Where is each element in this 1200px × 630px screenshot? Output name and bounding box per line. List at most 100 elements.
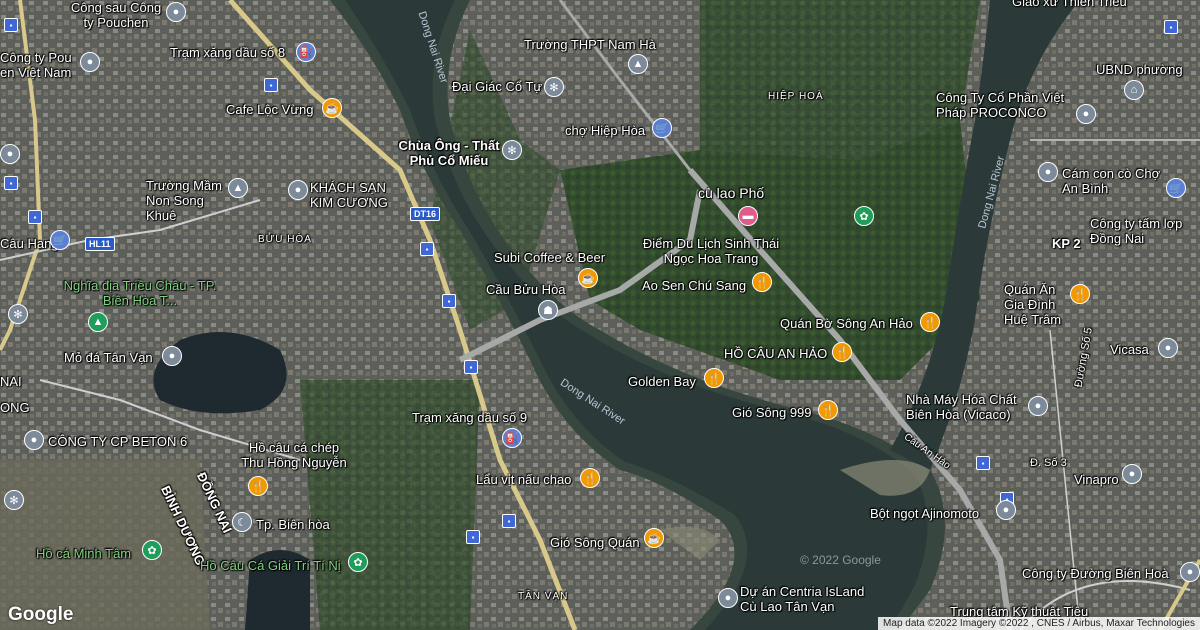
- shopping-icon[interactable]: 🛒: [1166, 178, 1186, 198]
- place-label: Dự án Centria IsLand Cù Lao Tân Vạn: [740, 584, 865, 614]
- cafe-icon[interactable]: ☕: [322, 98, 342, 118]
- park-icon[interactable]: ✿: [142, 540, 162, 560]
- place-label: Công Ty Cổ Phần Việt Pháp PROCONCO: [936, 90, 1065, 120]
- bus-icon[interactable]: ▪: [264, 78, 278, 92]
- place-label: Lẩu vịt nấu chao: [476, 472, 572, 487]
- place-pin-icon[interactable]: ●: [1180, 562, 1200, 582]
- place-pin-icon[interactable]: ●: [1038, 162, 1058, 182]
- bus-icon[interactable]: ▪: [28, 210, 42, 224]
- temple-icon[interactable]: ✻: [502, 140, 522, 160]
- bridge-icon[interactable]: ☗: [538, 300, 558, 320]
- place-label: chợ Hiệp Hòa: [565, 123, 646, 138]
- place-label: Công sau Công ty Pouchen: [70, 0, 162, 30]
- place-label: Công ty Pou en Việt Nam: [0, 50, 72, 80]
- restaurant-icon[interactable]: 🍴: [1070, 284, 1090, 304]
- mosque-icon[interactable]: ☾: [232, 512, 252, 532]
- cemetery-icon[interactable]: ▲: [88, 312, 108, 332]
- restaurant-icon[interactable]: 🍴: [580, 468, 600, 488]
- place-pin-icon[interactable]: ●: [1076, 104, 1096, 124]
- shopping-icon[interactable]: 🛒: [652, 118, 672, 138]
- place-pin-icon[interactable]: ●: [1122, 464, 1142, 484]
- bus-icon[interactable]: ▪: [466, 530, 480, 544]
- route-shield: HL11: [85, 237, 115, 251]
- place-label: Bột ngọt Ajinomoto: [870, 506, 980, 521]
- place-label: cù lao Phố: [698, 185, 765, 201]
- school-icon[interactable]: ▲: [228, 178, 248, 198]
- bus-icon[interactable]: ▪: [1164, 20, 1178, 34]
- lodging-icon[interactable]: ▬: [738, 206, 758, 226]
- place-label: Điểm Du Lịch Sinh Thái Ngọc Hoa Trang: [642, 236, 780, 266]
- place-label: Hồ Câu Cá Giải Trí Tí Nị: [200, 558, 341, 573]
- place-label: Quán Bờ Sông An Hảo: [780, 316, 913, 331]
- bus-icon[interactable]: ▪: [502, 514, 516, 528]
- place-label: Cầu Bửu Hòa: [486, 282, 566, 297]
- place-label: Công ty Đường Biên Hoà: [1022, 566, 1169, 581]
- area-label: BỬU HÒA: [258, 234, 312, 245]
- hotel-icon[interactable]: ●: [288, 180, 308, 200]
- bus-icon[interactable]: ▪: [420, 242, 434, 256]
- restaurant-icon[interactable]: 🍴: [818, 400, 838, 420]
- place-label: Trường THPT Nam Hà: [524, 37, 656, 52]
- government-icon[interactable]: ⌂: [1124, 80, 1144, 100]
- place-label: Hồ cá Minh Tâm: [36, 546, 132, 561]
- area-label: KP 2: [1052, 236, 1081, 251]
- bus-icon[interactable]: ▪: [464, 360, 478, 374]
- place-label: Subi Coffee & Beer: [494, 250, 606, 265]
- bus-icon[interactable]: ▪: [4, 18, 18, 32]
- place-pin-icon[interactable]: ●: [166, 2, 186, 22]
- restaurant-icon[interactable]: 🍴: [920, 312, 940, 332]
- map-attribution[interactable]: Map data ©2022 Imagery ©2022 , CNES / Ai…: [878, 617, 1200, 630]
- place-label: Golden Bay: [628, 374, 696, 389]
- gas-station-icon[interactable]: ⛽: [502, 428, 522, 448]
- place-pin-icon[interactable]: ●: [1028, 396, 1048, 416]
- place-label: Cafe Lộc Vừng: [226, 102, 314, 117]
- place-pin-icon[interactable]: ●: [0, 144, 20, 164]
- bus-icon[interactable]: ▪: [442, 294, 456, 308]
- area-label: ONG: [0, 400, 30, 415]
- place-label: CÔNG TY CP BETON 6: [48, 434, 188, 449]
- bus-icon[interactable]: ▪: [976, 456, 990, 470]
- place-label: Hồ câu cá chép Thu Hồng Nguyễn: [241, 440, 347, 470]
- park-icon[interactable]: ✿: [854, 206, 874, 226]
- place-label: Vicasa: [1110, 342, 1149, 357]
- restaurant-icon[interactable]: 🍴: [832, 342, 852, 362]
- place-label: Quán Ăn Gia Đình Huệ Trâm: [1004, 282, 1062, 327]
- place-pin-icon[interactable]: ●: [80, 52, 100, 72]
- google-logo: Google: [8, 604, 74, 625]
- temple-icon[interactable]: ✻: [544, 77, 564, 97]
- place-label: Nhà Máy Hóa Chất Biên Hòa (Vicaco): [906, 392, 1017, 422]
- route-shield: DT16: [410, 207, 441, 221]
- restaurant-icon[interactable]: 🍴: [248, 476, 268, 496]
- temple-icon[interactable]: ✻: [4, 490, 24, 510]
- place-label: Trường Mầm Non Song Khuê: [146, 178, 222, 223]
- restaurant-icon[interactable]: 🍴: [752, 272, 772, 292]
- gas-station-icon[interactable]: ⛽: [296, 42, 316, 62]
- place-label: Gió Sông Quán: [550, 535, 640, 550]
- cafe-icon[interactable]: ☕: [644, 528, 664, 548]
- area-label: HIỆP HOÀ: [768, 91, 824, 102]
- place-label: HỒ CÂU AN HẢO: [724, 346, 828, 361]
- place-pin-icon[interactable]: ●: [162, 346, 182, 366]
- place-pin-icon[interactable]: ●: [1158, 338, 1178, 358]
- place-label: Tp. Biên hòa: [256, 517, 330, 532]
- bus-icon[interactable]: ▪: [4, 176, 18, 190]
- place-label: KHÁCH SẠN KIM CƯƠNG: [310, 180, 388, 210]
- shopping-icon[interactable]: 🛒: [50, 230, 70, 250]
- street-label: Đ. Số 3: [1030, 457, 1067, 469]
- place-pin-icon[interactable]: ●: [718, 588, 738, 608]
- temple-icon[interactable]: ✻: [8, 304, 28, 324]
- place-label: Gió Sông 999: [732, 405, 812, 420]
- place-label: Vinapro: [1074, 472, 1119, 487]
- place-label: Cám con cò Chợ An Bình: [1062, 166, 1161, 196]
- place-label: Giáo xứ Thiên Triều: [1012, 0, 1127, 9]
- place-label: Nghĩa địa Triều Châu - TP. Biên Hòa T...: [63, 278, 217, 308]
- school-icon[interactable]: ▲: [628, 54, 648, 74]
- place-label: Ao Sen Chú Sang: [642, 278, 747, 293]
- area-label: TÂN VẠN: [518, 591, 569, 602]
- place-label: Trạm xăng dầu số 8: [170, 45, 286, 60]
- restaurant-icon[interactable]: 🍴: [704, 368, 724, 388]
- place-pin-icon[interactable]: ●: [996, 500, 1016, 520]
- cafe-icon[interactable]: ☕: [578, 268, 598, 288]
- place-pin-icon[interactable]: ●: [24, 430, 44, 450]
- park-icon[interactable]: ✿: [348, 552, 368, 572]
